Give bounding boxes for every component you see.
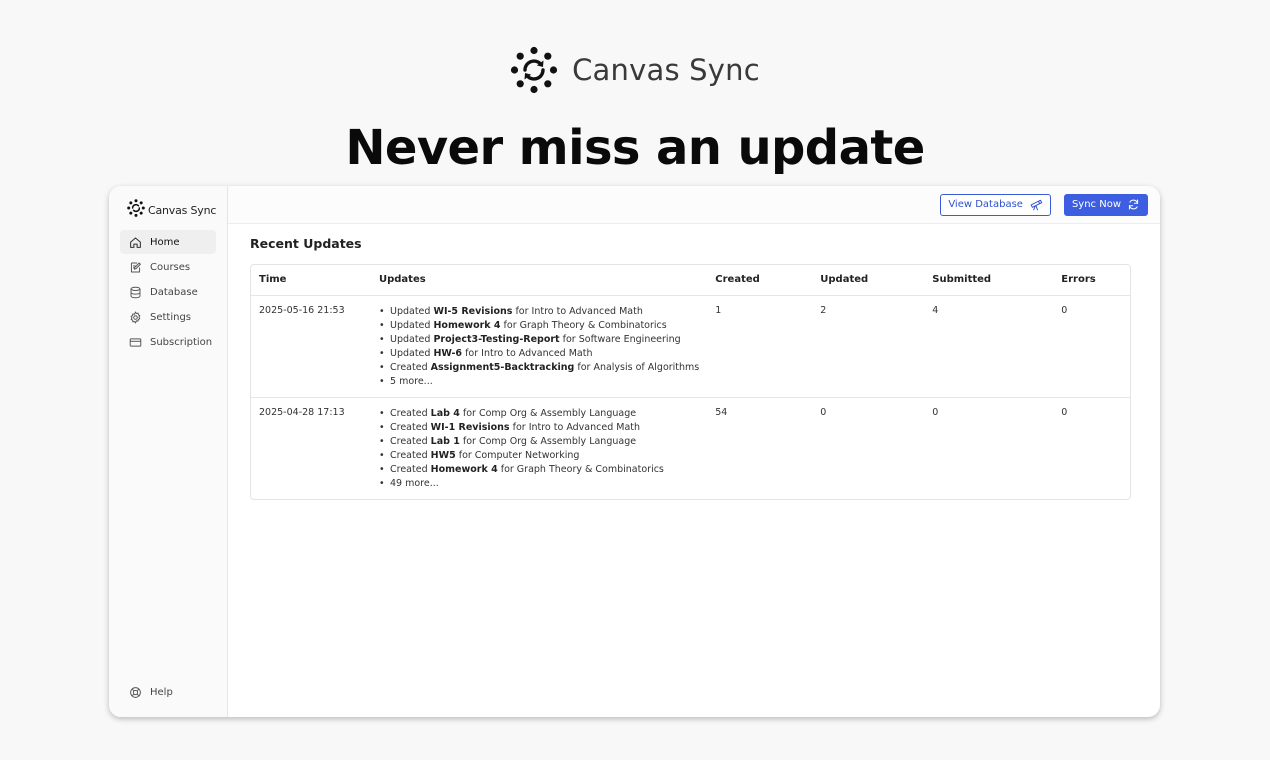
hero-brand: Canvas Sync — [0, 46, 1270, 94]
sidebar-item-help[interactable]: Help — [120, 680, 182, 704]
brand-name: Canvas Sync — [572, 53, 760, 87]
sidebar-item-label: Database — [150, 286, 198, 298]
help-link[interactable]: Help — [120, 680, 182, 705]
list-item: Created Homework 4 for Graph Theory & Co… — [379, 463, 699, 477]
updates-table: Time Updates Created Updated Submitted E… — [251, 265, 1130, 499]
view-database-label: View Database — [948, 199, 1023, 210]
cell-time: 2025-05-16 21:53 — [259, 304, 345, 316]
sidebar-brand-name: Canvas Sync — [148, 203, 217, 217]
item-name: WI-5 Revisions — [433, 305, 513, 317]
sidebar-item-label: Settings — [150, 311, 192, 323]
list-item: Updated WI-5 Revisions for Intro to Adva… — [379, 305, 699, 319]
database-icon — [129, 286, 142, 299]
credit-card-icon — [129, 336, 142, 349]
item-name: Lab 4 — [430, 407, 460, 419]
sidebar-item-label: Courses — [150, 261, 191, 273]
more-link[interactable]: 5 more... — [379, 375, 699, 389]
cell-created: 54 — [707, 396, 813, 499]
refresh-icon — [1127, 198, 1140, 211]
page-headline: Never miss an update — [345, 120, 925, 176]
content: Recent Updates Time Updates Created Upda… — [228, 224, 1160, 500]
item-name: Lab 1 — [430, 435, 460, 447]
column-header-updates: Updates — [371, 265, 708, 296]
sync-logo-icon — [127, 198, 145, 222]
telescope-icon — [1029, 198, 1043, 211]
view-database-button[interactable]: View Database — [940, 193, 1051, 216]
list-item: Updated Project3-Testing-Report for Soft… — [379, 333, 699, 347]
help-label: Help — [150, 686, 173, 698]
sync-now-label: Sync Now — [1071, 199, 1121, 210]
list-item: Created Lab 4 for Comp Org & Assembly La… — [379, 407, 699, 421]
list-item: Updated HW-6 for Intro to Advanced Math — [379, 347, 699, 361]
cell-updates: Updated WI-5 Revisions for Intro to Adva… — [371, 295, 707, 397]
item-name: WI-1 Revisions — [430, 421, 510, 433]
sidebar-item-label: Subscription — [150, 336, 213, 348]
sidebar-item-label: Home — [150, 236, 180, 248]
courses-icon — [129, 261, 142, 274]
home-icon — [129, 236, 142, 249]
column-header-submitted: Submitted — [924, 265, 1054, 296]
cell-updated: 2 — [820, 304, 827, 316]
updates-table-card: Time Updates Created Updated Submitted E… — [250, 264, 1131, 500]
item-name: Assignment5-Backtracking — [430, 361, 575, 373]
app-window: Canvas Sync Home Courses Database Settin… — [109, 186, 1160, 717]
topbar: View Database Sync Now — [228, 186, 1160, 224]
table-row[interactable]: 2025-04-28 17:13 Created Lab 4 for Comp … — [251, 396, 1130, 499]
cell-created: 1 — [715, 304, 722, 316]
list-item: Created Assignment5-Backtracking for Ana… — [379, 361, 699, 375]
sidebar-item-settings[interactable]: Settings — [120, 305, 216, 329]
list-item: Created Lab 1 for Comp Org & Assembly La… — [379, 435, 699, 449]
lifebuoy-icon — [129, 686, 142, 699]
table-header-row: Time Updates Created Updated Submitted E… — [251, 265, 1130, 296]
cell-time: 2025-04-28 17:13 — [251, 396, 371, 499]
sidebar-nav: Home Courses Database Settings Subscript… — [109, 230, 227, 354]
sidebar-item-home[interactable]: Home — [120, 230, 216, 254]
item-name: Homework 4 — [430, 463, 498, 475]
item-name: Homework 4 — [433, 319, 501, 331]
cell-updates: Created Lab 4 for Comp Org & Assembly La… — [371, 396, 708, 499]
list-item: Created HW5 for Computer Networking — [379, 449, 699, 463]
gear-icon — [129, 310, 142, 324]
more-link[interactable]: 49 more... — [379, 477, 699, 491]
sync-logo-icon — [510, 46, 558, 94]
sidebar: Canvas Sync Home Courses Database Settin… — [109, 186, 228, 717]
column-header-errors: Errors — [1053, 265, 1130, 296]
column-header-time: Time — [251, 265, 371, 296]
column-header-created: Created — [707, 265, 813, 296]
item-name: Project3-Testing-Report — [433, 333, 560, 345]
main-area: View Database Sync Now Recent Updates Ti… — [228, 186, 1160, 717]
updates-list: Created Lab 4 for Comp Org & Assembly La… — [379, 407, 699, 491]
sidebar-item-subscription[interactable]: Subscription — [120, 330, 216, 354]
sidebar-item-courses[interactable]: Courses — [120, 255, 216, 279]
cell-updated: 0 — [812, 396, 925, 499]
item-name: HW-6 — [433, 347, 463, 359]
sidebar-brand[interactable]: Canvas Sync — [109, 186, 227, 224]
cell-submitted: 0 — [924, 396, 1054, 499]
list-item: Updated Homework 4 for Graph Theory & Co… — [379, 319, 699, 333]
updates-list: Updated WI-5 Revisions for Intro to Adva… — [379, 305, 699, 389]
cell-errors: 0 — [1061, 304, 1068, 316]
section-title: Recent Updates — [250, 236, 362, 251]
cell-errors: 0 — [1053, 396, 1130, 499]
list-item: Created WI-1 Revisions for Intro to Adva… — [379, 421, 699, 435]
table-row[interactable]: 2025-05-16 21:53 Updated WI-5 Revisions … — [251, 295, 1130, 397]
cell-submitted: 4 — [932, 304, 939, 316]
sidebar-item-database[interactable]: Database — [120, 280, 216, 304]
item-name: HW5 — [430, 449, 456, 461]
sync-now-button[interactable]: Sync Now — [1063, 193, 1148, 216]
column-header-updated: Updated — [812, 265, 925, 296]
